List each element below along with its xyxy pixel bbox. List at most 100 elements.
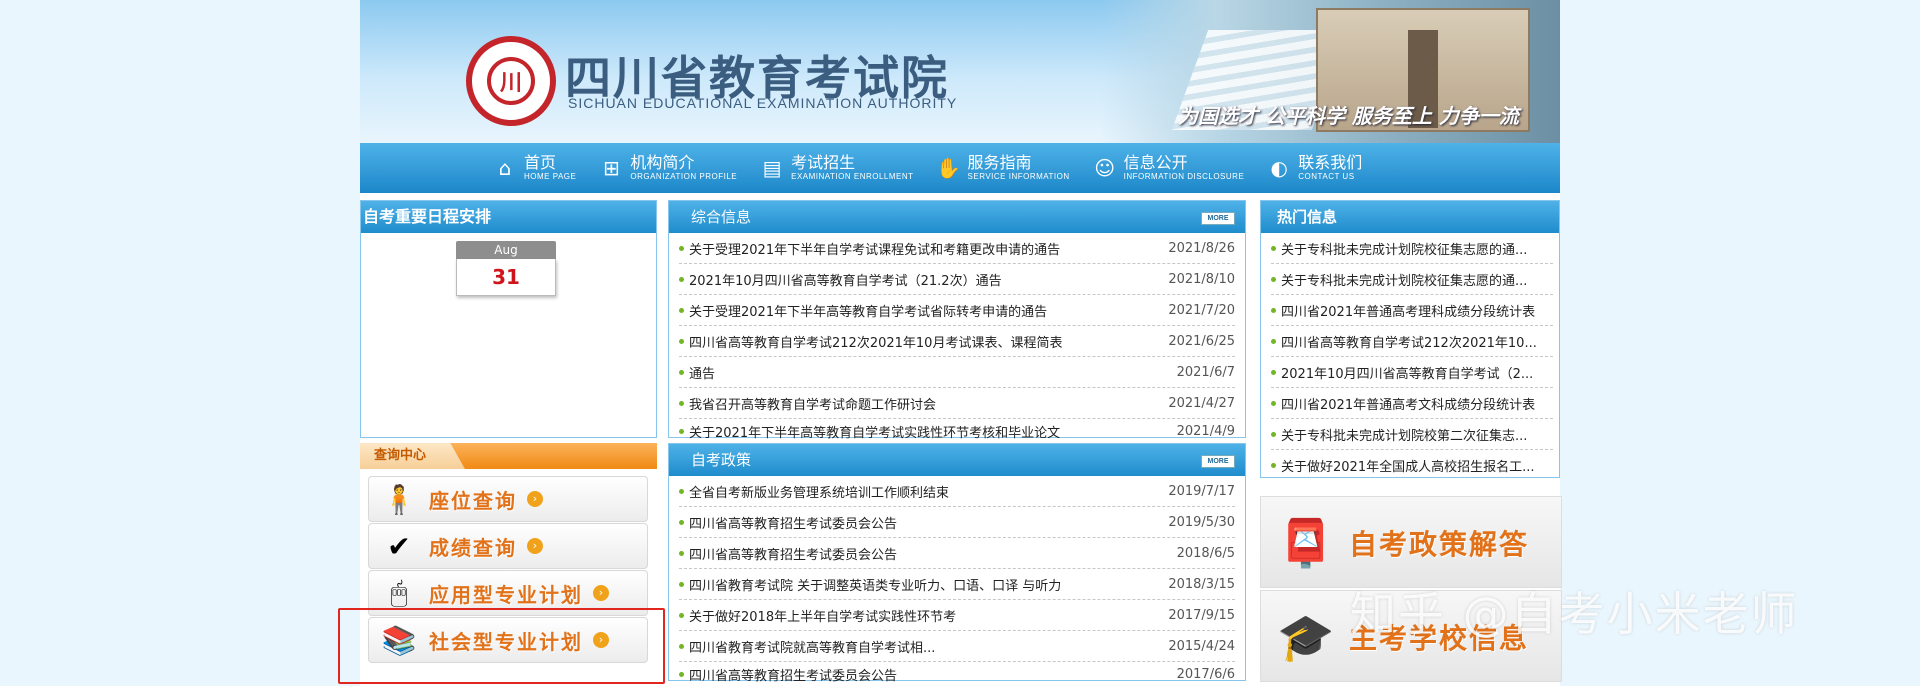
news-item-title: 四川省高等教育自学考试212次2021年10月考试课表、课程简表 [689,335,1063,351]
bullet-icon [1271,462,1276,468]
policy-item-date: 2015/4/24 [1168,638,1235,654]
nav-contact[interactable]: ◐ 联系我们 CONTACT US [1254,143,1372,193]
date-card[interactable]: Aug 31 [456,241,556,297]
query-center-header: 查询中心 [360,443,657,469]
mailbox-icon: 📮 [1277,515,1335,570]
social-major-plan-button[interactable]: 📚 社会型专业计划 › [368,617,648,663]
policy-item-title: 四川省高等教育招生考试委员会公告 [689,547,898,563]
schedule-title: 自考重要日程安排 [361,201,656,233]
policy-item[interactable]: 关于做好2018年上半年自学考试实践性环节考 2017/9/15 [679,600,1235,631]
org-chart-icon: ⊞ [602,156,620,180]
policy-more-button[interactable]: MORE [1201,455,1235,468]
news-item[interactable]: 关于2021年下半年高等教育自学考试实践性环节考核和毕业论文 2021/4/9 [679,419,1235,443]
applied-major-plan-button[interactable]: 🖱 应用型专业计划 › [368,570,648,616]
person-icon: 🧍 [381,482,417,516]
main-nav: ⌂ 首页 HOME PAGE ⊞ 机构简介 ORGANIZATION PROFILE… [360,143,1560,193]
nav-label: 首页 [524,153,557,172]
nav-exam-enrollment[interactable]: ▤ 考试招生 EXAMINATION ENROLLMENT [747,143,923,193]
date-month: Aug [456,241,556,259]
news-item-title: 关于受理2021年下半年高等教育自学考试省际转考申请的通告 [689,304,1048,320]
policy-item[interactable]: 四川省高等教育招生考试委员会公告 2019/5/30 [679,507,1235,538]
news-item-title: 通告 [689,366,716,382]
bullet-icon [679,612,684,618]
bullet-icon [679,581,684,587]
policy-item-date: 2017/9/15 [1168,607,1235,623]
policy-item[interactable]: 四川省教育考试院 关于调整英语类专业听力、口语、口译 与听力 2018/3/15 [679,569,1235,600]
news-title: 综合信息 [691,208,752,226]
header-banner: 川 四川省教育考试院 SICHUAN EDUCATIONAL EXAMINATI… [360,0,1560,143]
nav-label-en: CONTACT US [1298,172,1355,181]
policy-item[interactable]: 四川省高等教育招生考试委员会公告 2018/6/5 [679,538,1235,569]
score-query-button[interactable]: ✔ 成绩查询 › [368,523,648,569]
arrow-right-icon: › [527,491,543,507]
hot-item[interactable]: 关于专科批未完成计划院校征集志愿的通... [1271,264,1553,295]
hot-item[interactable]: 关于专科批未完成计划院校征集志愿的通... [1271,233,1553,264]
policy-item-title: 关于做好2018年上半年自学考试实践性环节考 [689,609,957,625]
bullet-icon [679,276,684,282]
news-item[interactable]: 2021年10月四川省高等教育自学考试（21.2次）通告 2021/8/10 [679,264,1235,295]
bullet-icon [1271,245,1276,251]
hot-info-panel: 热门信息 关于专科批未完成计划院校征集志愿的通... 关于专科批未完成计划院校征… [1260,200,1560,478]
hot-item[interactable]: 四川省高等教育自学考试212次2021年10... [1271,326,1553,357]
news-item[interactable]: 我省召开高等教育自学考试命题工作研讨会 2021/4/27 [679,388,1235,419]
bullet-icon [679,550,684,556]
hot-item[interactable]: 2021年10月四川省高等教育自学考试（2... [1271,357,1553,388]
news-item-date: 2021/7/20 [1168,302,1235,318]
news-item-date: 2021/4/27 [1168,395,1235,411]
nav-label: 机构简介 [630,153,695,172]
bullet-icon [679,307,684,313]
nav-disclosure[interactable]: ☺ 信息公开 INFORMATION DISCLOSURE [1080,143,1255,193]
bullet-icon [1271,431,1276,437]
nav-home[interactable]: ⌂ 首页 HOME PAGE [480,143,586,193]
policy-item-title: 四川省教育考试院就高等教育自学考试相... [689,640,936,656]
news-item-date: 2021/6/7 [1176,364,1235,380]
mouse-icon: 🖱 [390,576,408,609]
hot-item[interactable]: 四川省2021年普通高考理科成绩分段统计表 [1271,295,1553,326]
bullet-icon [679,643,684,649]
policy-panel: 自考政策 MORE 全省自考新版业务管理系统培训工作顺利结束 2019/7/17 … [668,443,1246,684]
nav-label: 考试招生 [791,153,856,172]
policy-faq-banner[interactable]: 📮 自考政策解答 [1260,496,1562,588]
policy-item-date: 2019/7/17 [1168,483,1235,499]
hot-item-title: 四川省2021年普通高考理科成绩分段统计表 [1281,304,1536,320]
nav-service[interactable]: ✋ 服务指南 SERVICE INFORMATION [924,143,1080,193]
news-item[interactable]: 关于受理2021年下半年自学考试课程免试和考籍更改申请的通告 2021/8/26 [679,233,1235,264]
bullet-icon [1271,307,1276,313]
policy-header: 自考政策 MORE [669,444,1245,476]
hot-item-title: 2021年10月四川省高等教育自学考试（2... [1281,366,1534,382]
policy-item-date: 2018/6/5 [1176,545,1235,561]
policy-item-title: 四川省教育考试院 关于调整英语类专业听力、口语、口译 与听力 [689,578,1062,594]
arrow-right-icon: › [593,585,609,601]
hot-item-title: 四川省高等教育自学考试212次2021年10... [1281,335,1537,351]
policy-item[interactable]: 四川省教育考试院就高等教育自学考试相... 2015/4/24 [679,631,1235,662]
policy-item-title: 全省自考新版业务管理系统培训工作顺利结束 [689,485,950,501]
seal-logo-icon[interactable]: 川 [466,36,556,126]
nav-label: 联系我们 [1298,153,1363,172]
seat-query-button[interactable]: 🧍 座位查询 › [368,476,648,522]
news-item[interactable]: 通告 2021/6/7 [679,357,1235,388]
policy-item[interactable]: 全省自考新版业务管理系统培训工作顺利结束 2019/7/17 [679,476,1235,507]
nav-label: 信息公开 [1123,153,1188,172]
news-item[interactable]: 关于受理2021年下半年高等教育自学考试省际转考申请的通告 2021/7/20 [679,295,1235,326]
bullet-icon [679,671,684,677]
nav-organization[interactable]: ⊞ 机构简介 ORGANIZATION PROFILE [586,143,747,193]
bullet-icon [679,488,684,494]
policy-item[interactable]: 四川省高等教育招生考试委员会公告 2017/6/6 [679,662,1235,686]
nav-label-en: SERVICE INFORMATION [967,172,1070,181]
query-button-label: 座位查询 [429,488,517,513]
policy-title: 自考政策 [691,451,752,469]
hot-item[interactable]: 关于做好2021年全国成人高校招生报名工... [1271,450,1553,480]
hot-item[interactable]: 关于专科批未完成计划院校第二次征集志... [1271,419,1553,450]
news-panel: 综合信息 MORE 关于受理2021年下半年自学考试课程免试和考籍更改申请的通告… [668,200,1246,441]
hot-item-title: 四川省2021年普通高考文科成绩分段统计表 [1281,397,1536,413]
checkmark-paper-icon: ✔ [387,529,411,563]
policy-item-date: 2019/5/30 [1168,514,1235,530]
news-item[interactable]: 四川省高等教育自学考试212次2021年10月考试课表、课程简表 2021/6/2… [679,326,1235,357]
nav-label-en: INFORMATION DISCLOSURE [1123,172,1245,181]
page-background: 川 四川省教育考试院 SICHUAN EDUCATIONAL EXAMINATI… [0,0,1920,686]
news-more-button[interactable]: MORE [1201,212,1235,225]
hot-item[interactable]: 四川省2021年普通高考文科成绩分段统计表 [1271,388,1553,419]
policy-item-date: 2018/3/15 [1168,576,1235,592]
policy-item-title: 四川省高等教育招生考试委员会公告 [689,668,898,684]
nav-label-en: EXAMINATION ENROLLMENT [791,172,914,181]
